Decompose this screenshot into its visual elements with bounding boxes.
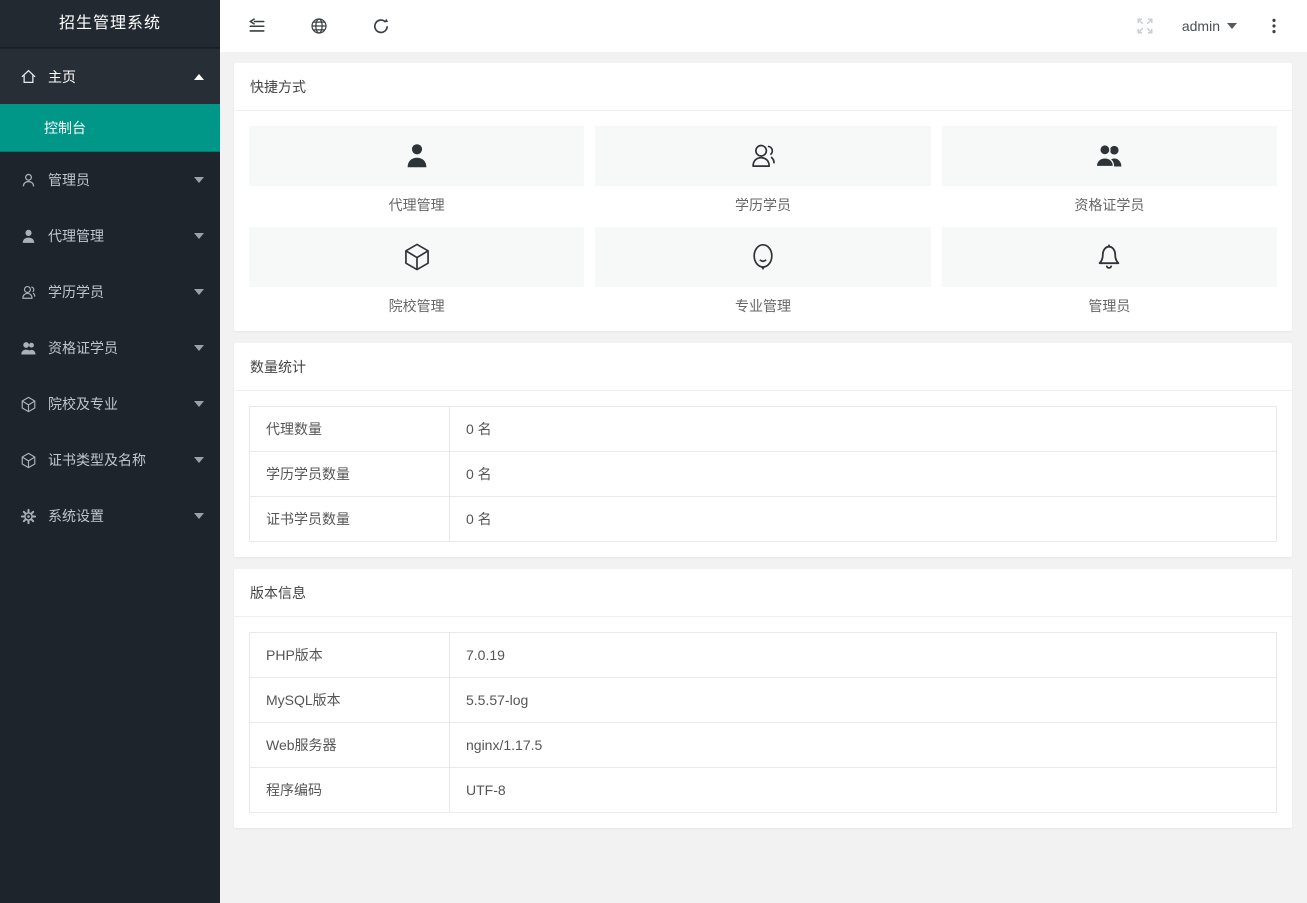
chevron-down-icon bbox=[194, 345, 204, 351]
chevron-down-icon bbox=[194, 233, 204, 239]
sidebar-item-schools-majors[interactable]: 院校及专业 bbox=[0, 376, 220, 432]
sidebar-item-label: 系统设置 bbox=[48, 506, 104, 526]
shortcut-label: 院校管理 bbox=[249, 296, 584, 316]
user-filled-icon bbox=[249, 126, 584, 186]
sidebar-item-system-settings[interactable]: 系统设置 bbox=[0, 488, 220, 544]
users-outline-icon bbox=[20, 284, 37, 301]
table-row: 代理数量 0 名 bbox=[250, 407, 1277, 452]
version-panel: 版本信息 PHP版本 7.0.19 MySQL版本 5.5.57-log Web… bbox=[234, 569, 1292, 828]
table-row: 证书学员数量 0 名 bbox=[250, 497, 1277, 542]
stat-label: 证书学员数量 bbox=[250, 497, 450, 542]
version-value: 7.0.19 bbox=[450, 633, 1277, 678]
user-filled-icon bbox=[20, 228, 37, 245]
sidebar-item-cert-types[interactable]: 证书类型及名称 bbox=[0, 432, 220, 488]
sidebar-toggle-icon[interactable] bbox=[246, 15, 268, 37]
cube-icon bbox=[20, 396, 37, 413]
sidebar-item-admins[interactable]: 管理员 bbox=[0, 152, 220, 208]
sidebar: 招生管理系统 主页 控制台 管理员 代理管理 bbox=[0, 0, 220, 903]
version-panel-body: PHP版本 7.0.19 MySQL版本 5.5.57-log Web服务器 n… bbox=[234, 617, 1292, 828]
main-content: 快捷方式 代理管理 学历学员 bbox=[220, 52, 1307, 903]
sidebar-item-cert-students[interactable]: 资格证学员 bbox=[0, 320, 220, 376]
table-row: MySQL版本 5.5.57-log bbox=[250, 678, 1277, 723]
table-row: Web服务器 nginx/1.17.5 bbox=[250, 723, 1277, 768]
balloon-smile-icon bbox=[595, 227, 930, 287]
sidebar-item-label: 院校及专业 bbox=[48, 394, 118, 414]
stats-panel-title: 数量统计 bbox=[234, 343, 1292, 391]
shortcut-admins[interactable]: 管理员 bbox=[942, 227, 1277, 316]
stats-panel: 数量统计 代理数量 0 名 学历学员数量 0 名 证书学员数量 0 名 bbox=[234, 343, 1292, 557]
stat-value: 0 名 bbox=[450, 407, 1277, 452]
sidebar-item-home[interactable]: 主页 bbox=[0, 48, 220, 104]
sidebar-item-agents[interactable]: 代理管理 bbox=[0, 208, 220, 264]
home-icon bbox=[20, 68, 37, 85]
chevron-down-icon bbox=[194, 177, 204, 183]
chevron-down-icon bbox=[194, 457, 204, 463]
shortcuts-panel-body: 代理管理 学历学员 资格证学员 bbox=[234, 111, 1292, 331]
table-row: 程序编码 UTF-8 bbox=[250, 768, 1277, 813]
fullscreen-icon[interactable] bbox=[1134, 15, 1156, 37]
shortcuts-panel-title: 快捷方式 bbox=[234, 63, 1292, 111]
table-row: PHP版本 7.0.19 bbox=[250, 633, 1277, 678]
shortcuts-panel: 快捷方式 代理管理 学历学员 bbox=[234, 63, 1292, 331]
stat-label: 学历学员数量 bbox=[250, 452, 450, 497]
cube-icon bbox=[20, 452, 37, 469]
version-label: 程序编码 bbox=[250, 768, 450, 813]
version-value: nginx/1.17.5 bbox=[450, 723, 1277, 768]
version-table: PHP版本 7.0.19 MySQL版本 5.5.57-log Web服务器 n… bbox=[249, 632, 1277, 813]
stat-value: 0 名 bbox=[450, 497, 1277, 542]
chevron-down-icon bbox=[1227, 23, 1237, 29]
shortcut-majors[interactable]: 专业管理 bbox=[595, 227, 930, 316]
version-label: PHP版本 bbox=[250, 633, 450, 678]
shortcut-degree-students[interactable]: 学历学员 bbox=[595, 126, 930, 215]
version-label: MySQL版本 bbox=[250, 678, 450, 723]
users-filled-icon bbox=[20, 340, 37, 357]
kebab-menu-icon[interactable] bbox=[1263, 15, 1285, 37]
stat-value: 0 名 bbox=[450, 452, 1277, 497]
stats-table: 代理数量 0 名 学历学员数量 0 名 证书学员数量 0 名 bbox=[249, 406, 1277, 542]
globe-icon[interactable] bbox=[308, 15, 330, 37]
cube-icon bbox=[249, 227, 584, 287]
shortcut-grid: 代理管理 学历学员 资格证学员 bbox=[249, 126, 1277, 316]
topbar-right: admin bbox=[1134, 15, 1285, 37]
version-value: 5.5.57-log bbox=[450, 678, 1277, 723]
version-label: Web服务器 bbox=[250, 723, 450, 768]
shortcut-label: 专业管理 bbox=[595, 296, 930, 316]
refresh-icon[interactable] bbox=[370, 15, 392, 37]
sidebar-item-label: 学历学员 bbox=[48, 282, 104, 302]
shortcut-label: 代理管理 bbox=[249, 195, 584, 215]
sidebar-item-console[interactable]: 控制台 bbox=[0, 104, 220, 152]
chevron-down-icon bbox=[194, 401, 204, 407]
sidebar-item-label: 资格证学员 bbox=[48, 338, 118, 358]
shortcut-schools[interactable]: 院校管理 bbox=[249, 227, 584, 316]
shortcut-label: 学历学员 bbox=[595, 195, 930, 215]
user-outline-icon bbox=[20, 172, 37, 189]
shortcut-label: 管理员 bbox=[942, 296, 1277, 316]
sidebar-nav: 主页 控制台 管理员 代理管理 学历学员 bbox=[0, 48, 220, 544]
sidebar-item-label: 主页 bbox=[48, 67, 76, 87]
sidebar-item-label: 证书类型及名称 bbox=[48, 450, 146, 470]
app-title: 招生管理系统 bbox=[0, 0, 220, 48]
sidebar-item-degree-students[interactable]: 学历学员 bbox=[0, 264, 220, 320]
topbar: admin bbox=[220, 0, 1307, 52]
version-panel-title: 版本信息 bbox=[234, 569, 1292, 617]
users-outline-icon bbox=[595, 126, 930, 186]
username: admin bbox=[1182, 18, 1220, 34]
sidebar-item-label: 代理管理 bbox=[48, 226, 104, 246]
version-value: UTF-8 bbox=[450, 768, 1277, 813]
shortcut-label: 资格证学员 bbox=[942, 195, 1277, 215]
shortcut-agents[interactable]: 代理管理 bbox=[249, 126, 584, 215]
gear-icon bbox=[20, 508, 37, 525]
user-dropdown[interactable]: admin bbox=[1182, 18, 1237, 34]
stat-label: 代理数量 bbox=[250, 407, 450, 452]
topbar-left bbox=[246, 15, 392, 37]
sidebar-item-label: 管理员 bbox=[48, 170, 90, 190]
chevron-up-icon bbox=[194, 74, 204, 80]
bell-icon bbox=[942, 227, 1277, 287]
shortcut-cert-students[interactable]: 资格证学员 bbox=[942, 126, 1277, 215]
table-row: 学历学员数量 0 名 bbox=[250, 452, 1277, 497]
users-filled-icon bbox=[942, 126, 1277, 186]
chevron-down-icon bbox=[194, 289, 204, 295]
stats-panel-body: 代理数量 0 名 学历学员数量 0 名 证书学员数量 0 名 bbox=[234, 391, 1292, 557]
chevron-down-icon bbox=[194, 513, 204, 519]
